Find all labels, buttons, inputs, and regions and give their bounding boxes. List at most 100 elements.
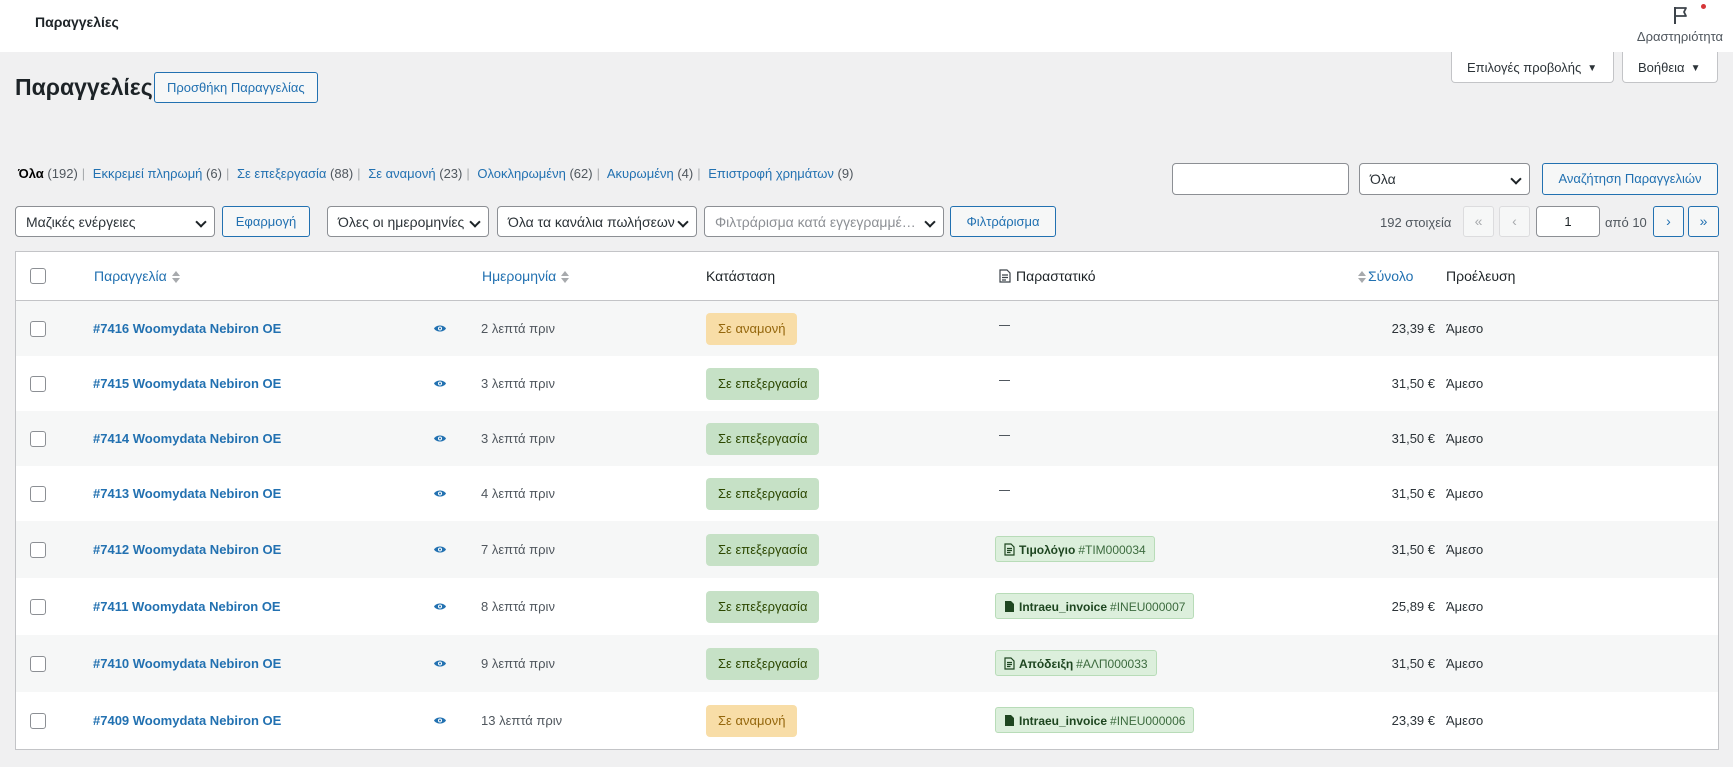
triangle-down-icon: ▼	[1690, 63, 1701, 74]
order-link[interactable]: #7416 Woomydata Nebiron OE	[93, 321, 281, 336]
order-origin: Άμεσο	[1446, 656, 1484, 671]
last-page-button[interactable]: »	[1688, 206, 1719, 237]
search-orders-button[interactable]: Αναζήτηση Παραγγελιών	[1542, 163, 1718, 195]
preview-eye-icon[interactable]	[433, 545, 447, 554]
empty-document-dash	[999, 380, 1010, 381]
status-badge: Σε αναμονή	[706, 313, 798, 345]
current-page-input[interactable]: 1	[1536, 206, 1600, 237]
next-page-button[interactable]: ›	[1653, 206, 1684, 237]
table-row[interactable]: #7414 Woomydata Nebiron OE 3 λεπτά πριν Σε…	[16, 411, 1718, 466]
screen-options-button[interactable]: Επιλογές προβολής ▼	[1451, 52, 1615, 83]
table-row[interactable]: #7409 Woomydata Nebiron OE 13 λεπτά πριν Σ…	[16, 692, 1718, 749]
status-filter-on-hold[interactable]: Σε αναμονή	[368, 166, 435, 181]
document-name: Intraeu_invoice	[1019, 600, 1108, 614]
order-date: 7 λεπτά πριν	[481, 542, 555, 557]
help-button[interactable]: Βοήθεια ▼	[1622, 52, 1718, 83]
first-page-button[interactable]: «	[1463, 206, 1494, 237]
sort-icon	[1358, 270, 1366, 284]
status-filter-all[interactable]: Όλα	[18, 166, 44, 181]
top-bar-title: Παραγγελίες	[35, 14, 119, 30]
order-link[interactable]: #7414 Woomydata Nebiron OE	[93, 431, 281, 446]
order-origin: Άμεσο	[1446, 713, 1484, 728]
column-total-label: Σύνολο	[1368, 268, 1414, 284]
date-filter-select[interactable]: Όλες οι ημερομηνίες	[327, 206, 489, 237]
column-date[interactable]: Ημερομηνία	[482, 268, 570, 284]
row-checkbox[interactable]	[30, 431, 46, 447]
preview-eye-icon[interactable]	[433, 716, 447, 725]
row-checkbox[interactable]	[30, 656, 46, 672]
status-filter-processing[interactable]: Σε επεξεργασία	[237, 166, 326, 181]
order-origin: Άμεσο	[1446, 321, 1484, 336]
row-checkbox[interactable]	[30, 321, 46, 337]
document-badge[interactable]: Intraeu_invoice #INEU000007	[995, 593, 1195, 619]
table-body: #7416 Woomydata Nebiron OE 2 λεπτά πριν Σε…	[16, 301, 1718, 749]
flag-icon	[1674, 7, 1687, 24]
empty-document-dash	[999, 490, 1010, 491]
row-checkbox[interactable]	[30, 542, 46, 558]
row-checkbox[interactable]	[30, 376, 46, 392]
table-row[interactable]: #7413 Woomydata Nebiron OE 4 λεπτά πριν Σε…	[16, 466, 1718, 521]
column-order[interactable]: Παραγγελία	[94, 268, 180, 284]
preview-eye-icon[interactable]	[433, 489, 447, 498]
customer-filter-placeholder: Φιλτράρισμα κατά εγγεγραμμένο πελάτη	[715, 214, 944, 230]
row-checkbox[interactable]	[30, 486, 46, 502]
table-row[interactable]: #7416 Woomydata Nebiron OE 2 λεπτά πριν Σε…	[16, 301, 1718, 356]
order-link[interactable]: #7413 Woomydata Nebiron OE	[93, 486, 281, 501]
column-total[interactable]: Σύνολο	[1358, 268, 1413, 284]
status-count: (9)	[837, 166, 854, 181]
document-badge[interactable]: Intraeu_invoice #INEU000006	[995, 707, 1195, 733]
table-row[interactable]: #7415 Woomydata Nebiron OE 3 λεπτά πριν Σε…	[16, 356, 1718, 411]
table-row[interactable]: #7412 Woomydata Nebiron OE 7 λεπτά πριν Σε…	[16, 521, 1718, 578]
activity-button[interactable]: Δραστηριότητα	[1630, 2, 1730, 48]
order-link[interactable]: #7412 Woomydata Nebiron OE	[93, 542, 281, 557]
document-code: #INEU000006	[1110, 714, 1186, 728]
column-order-label: Παραγγελία	[94, 268, 167, 284]
status-filter-cancelled[interactable]: Ακυρωμένη	[607, 166, 674, 181]
channel-filter-select[interactable]: Όλα τα κανάλια πωλήσεων	[497, 206, 697, 237]
table-row[interactable]: #7411 Woomydata Nebiron OE 8 λεπτά πριν Σε…	[16, 578, 1718, 635]
document-code: #ΤΙΜ000034	[1078, 543, 1146, 557]
column-document-label: Παραστατικό	[1016, 268, 1096, 284]
order-link[interactable]: #7410 Woomydata Nebiron OE	[93, 656, 281, 671]
document-solid-icon	[1005, 601, 1014, 612]
order-date: 4 λεπτά πριν	[481, 486, 555, 501]
preview-eye-icon[interactable]	[433, 324, 447, 333]
status-filter-completed[interactable]: Ολοκληρωμένη	[477, 166, 565, 181]
add-order-button[interactable]: Προσθήκη Παραγγελίας	[154, 72, 318, 103]
prev-page-button[interactable]: ‹	[1499, 206, 1530, 237]
status-badge: Σε επεξεργασία	[706, 478, 820, 510]
screen-options-label: Επιλογές προβολής	[1467, 60, 1582, 75]
status-filters: Όλα (192) | Εκκρεμεί πληρωμή (6) | Σε επεξ…	[18, 166, 854, 181]
search-scope-select[interactable]: Όλα	[1359, 163, 1530, 195]
row-checkbox[interactable]	[30, 713, 46, 729]
customer-filter-select[interactable]: Φιλτράρισμα κατά εγγεγραμμένο πελάτη	[704, 206, 944, 237]
status-filter-refunded[interactable]: Επιστροφή χρημάτων	[708, 166, 834, 181]
order-total: 31,50 €	[1391, 376, 1435, 391]
top-bar: Παραγγελίες Δραστηριότητα	[0, 0, 1733, 52]
search-input[interactable]	[1172, 163, 1349, 195]
bulk-actions-select[interactable]: Μαζικές ενέργειες	[15, 206, 215, 237]
document-badge[interactable]: Απόδειξη #ΑΛΠ000033	[995, 650, 1157, 676]
preview-eye-icon[interactable]	[433, 659, 447, 668]
document-badge[interactable]: Τιμολόγιο #ΤΙΜ000034	[995, 536, 1155, 562]
apply-button[interactable]: Εφαρμογή	[222, 206, 310, 237]
preview-eye-icon[interactable]	[433, 434, 447, 443]
order-link[interactable]: #7415 Woomydata Nebiron OE	[93, 376, 281, 391]
total-pages: από 10	[1605, 215, 1647, 230]
document-icon	[999, 269, 1011, 283]
document-name: Απόδειξη	[1019, 657, 1074, 671]
filter-button[interactable]: Φιλτράρισμα	[950, 206, 1056, 237]
preview-eye-icon[interactable]	[433, 379, 447, 388]
empty-document-dash	[999, 435, 1010, 436]
orders-table: Παραγγελία Ημερομηνία Κατάσταση Παραστατ…	[15, 251, 1719, 750]
order-link[interactable]: #7409 Woomydata Nebiron OE	[93, 713, 281, 728]
row-checkbox[interactable]	[30, 599, 46, 615]
preview-eye-icon[interactable]	[433, 602, 447, 611]
select-all-checkbox[interactable]	[30, 268, 46, 284]
status-filter-pending[interactable]: Εκκρεμεί πληρωμή	[93, 166, 203, 181]
chevron-down-icon	[195, 216, 207, 228]
order-link[interactable]: #7411 Woomydata Nebiron OE	[93, 599, 281, 614]
order-date: 9 λεπτά πριν	[481, 656, 555, 671]
table-row[interactable]: #7410 Woomydata Nebiron OE 9 λεπτά πριν Σε…	[16, 635, 1718, 692]
status-badge: Σε επεξεργασία	[706, 591, 820, 623]
